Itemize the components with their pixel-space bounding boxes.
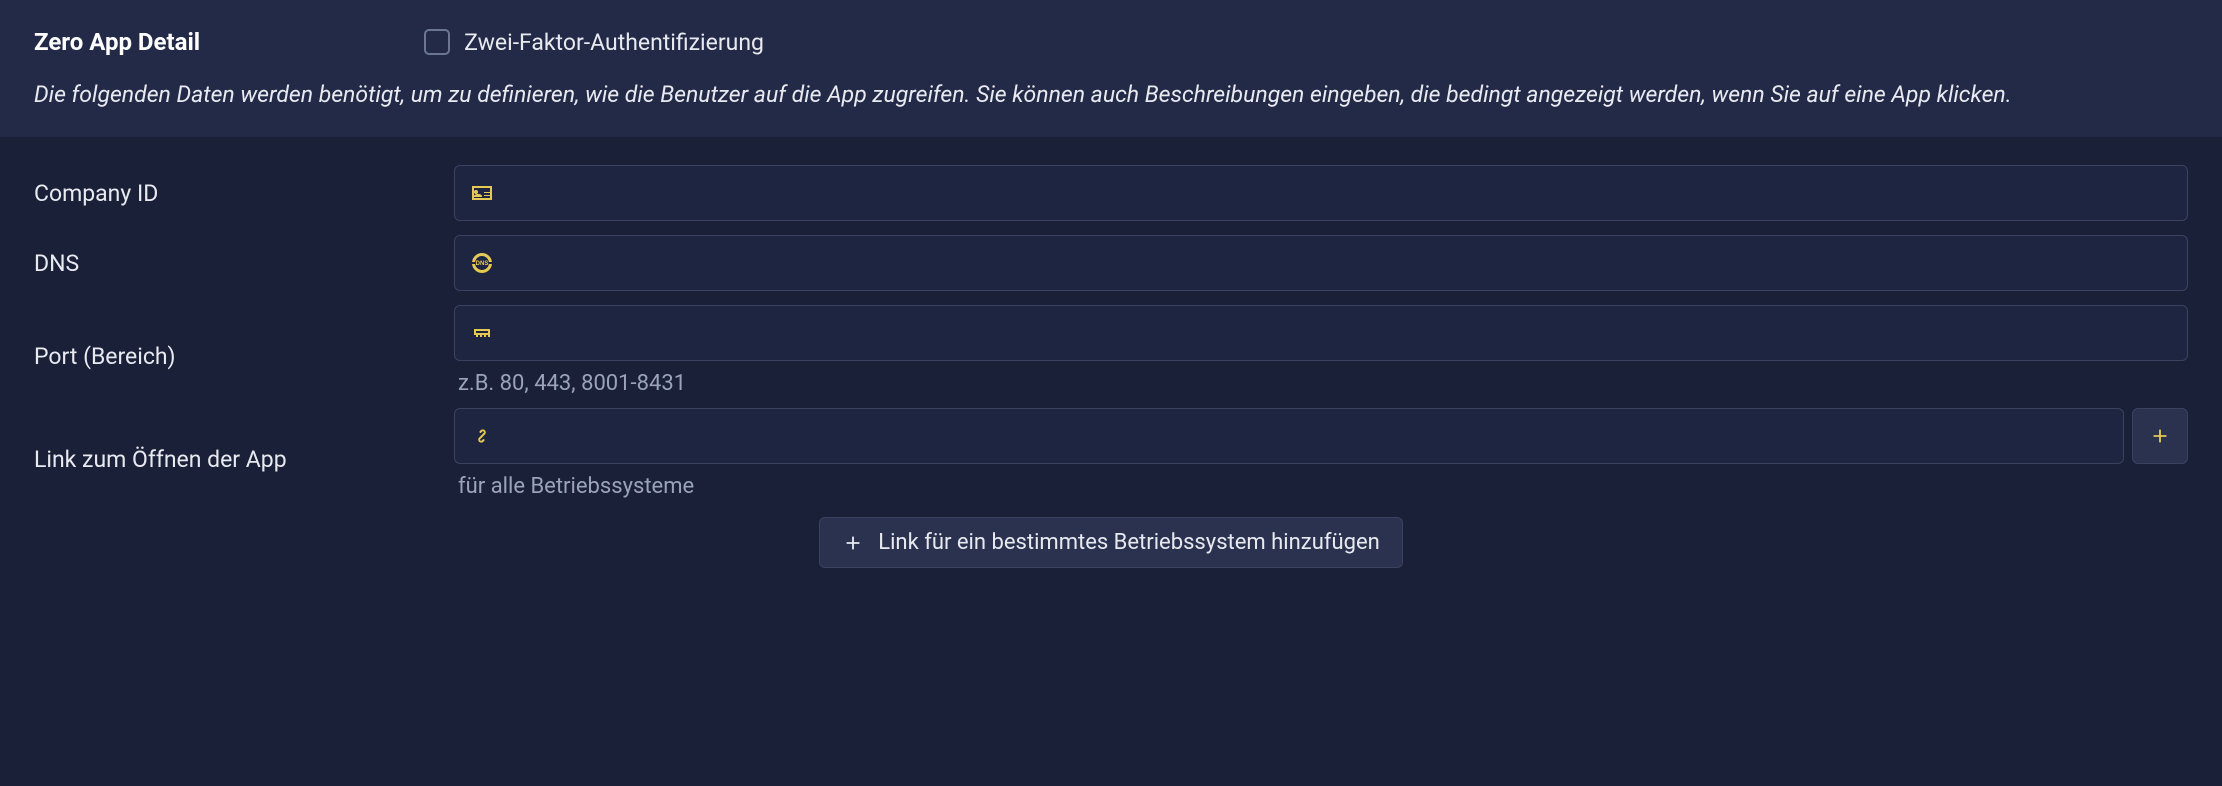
company-id-input-box[interactable] [454, 165, 2188, 221]
dns-globe-icon: DNS [469, 250, 495, 276]
company-id-input[interactable] [505, 166, 2173, 220]
port-input[interactable] [505, 306, 2173, 360]
label-open-link: Link zum Öffnen der App [34, 446, 454, 473]
add-os-link-button[interactable]: Link für ein bestimmtes Betriebssystem h… [819, 517, 1403, 568]
dns-input-box[interactable]: DNS [454, 235, 2188, 291]
input-wrap-company-id [454, 165, 2188, 221]
plus-icon [842, 532, 864, 554]
input-wrap-port: z.B. 80, 443, 8001-8431 [454, 305, 2188, 408]
open-link-input-box[interactable] [454, 408, 2124, 464]
ethernet-port-icon [469, 320, 495, 346]
link-icon [469, 423, 495, 449]
dns-input[interactable] [505, 236, 2173, 290]
header-panel: Zero App Detail Zwei-Faktor-Authentifizi… [0, 0, 2222, 137]
label-port: Port (Bereich) [34, 343, 454, 370]
input-wrap-open-link: für alle Betriebssysteme [454, 408, 2188, 511]
form-panel: Company ID DNS DNS [0, 137, 2222, 588]
open-link-hint: für alle Betriebssysteme [454, 474, 2188, 499]
twofa-checkbox[interactable]: Zwei-Faktor-Authentifizierung [424, 29, 764, 56]
row-dns: DNS DNS [34, 235, 2188, 291]
label-dns: DNS [34, 250, 454, 277]
section-description: Die folgenden Daten werden benötigt, um … [34, 78, 2188, 111]
section-title: Zero App Detail [34, 28, 200, 56]
checkbox-box-icon [424, 29, 450, 55]
svg-text:DNS: DNS [476, 261, 489, 267]
input-wrap-dns: DNS [454, 235, 2188, 291]
row-company-id: Company ID [34, 165, 2188, 221]
header-row: Zero App Detail Zwei-Faktor-Authentifizi… [34, 28, 2188, 56]
id-card-icon [469, 180, 495, 206]
add-link-button[interactable] [2132, 408, 2188, 464]
port-hint: z.B. 80, 443, 8001-8431 [454, 371, 2188, 396]
row-port: Port (Bereich) z.B. 80, 443, 8001-8431 [34, 305, 2188, 408]
label-company-id: Company ID [34, 180, 454, 207]
add-os-row: Link für ein bestimmtes Betriebssystem h… [34, 517, 2188, 568]
open-link-input[interactable] [505, 409, 2109, 463]
add-os-link-label: Link für ein bestimmtes Betriebssystem h… [878, 530, 1380, 555]
row-open-link: Link zum Öffnen der App für alle Betrieb… [34, 408, 2188, 511]
port-input-box[interactable] [454, 305, 2188, 361]
plus-icon [2149, 425, 2171, 447]
twofa-label: Zwei-Faktor-Authentifizierung [464, 29, 764, 56]
